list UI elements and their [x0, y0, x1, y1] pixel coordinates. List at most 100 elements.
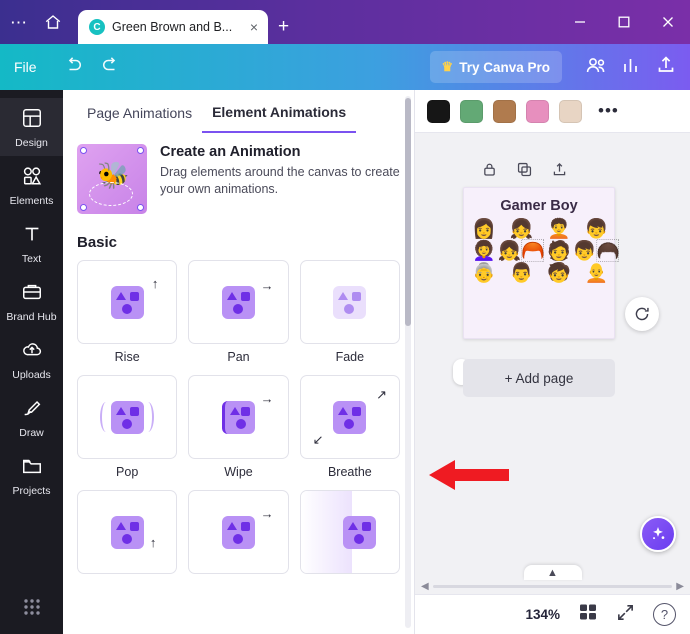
undo-arrow-icon[interactable]	[63, 56, 85, 79]
canva-top-toolbar: File ♛ Try Canva Pro	[0, 44, 690, 90]
animation-preview-fade[interactable]	[299, 260, 400, 344]
scroll-right-arrow[interactable]: ▶	[676, 581, 684, 592]
shapes-glyph	[221, 400, 255, 434]
animation-item[interactable]: ↑	[77, 490, 178, 574]
animation-preview-row3-b[interactable]: →	[188, 490, 289, 574]
color-swatch-3[interactable]	[493, 99, 516, 123]
help-button[interactable]: ?	[653, 603, 676, 626]
magic-sparkle-icon[interactable]	[640, 516, 676, 552]
elements-shapes-icon	[0, 165, 63, 192]
design-page[interactable]: Gamer Boy 👩 👧 🧑‍🦱 👦 👩‍🦱 👧‍🦰 🧑 👦‍🦱 👵 👨 🧒	[463, 187, 620, 339]
scroll-left-arrow[interactable]: ◀	[421, 581, 429, 592]
home-icon[interactable]	[38, 7, 68, 37]
panel-scroll-thumb[interactable]	[405, 98, 411, 326]
tab-page-animations[interactable]: Page Animations	[77, 93, 202, 132]
horizontal-scrollbar[interactable]: ◀ ▶	[415, 578, 690, 594]
shapes-glyph	[221, 285, 255, 319]
animation-preview-row3-c[interactable]	[299, 490, 400, 574]
avatar: 👦‍🦱	[572, 240, 620, 262]
animation-item[interactable]	[299, 490, 400, 574]
animation-label: Fade	[335, 350, 365, 364]
animation-item[interactable]: ↗ ↙ Breathe	[299, 375, 400, 479]
people-icon[interactable]	[584, 55, 608, 80]
avatar: 👵	[472, 262, 496, 284]
duplicate-icon[interactable]	[516, 161, 533, 183]
canvas-viewport[interactable]: Gamer Boy 👩 👧 🧑‍🦱 👦 👩‍🦱 👧‍🦰 🧑 👦‍🦱 👵 👨 🧒	[415, 133, 690, 594]
avatar: 👧	[509, 219, 534, 240]
animation-label: Wipe	[224, 465, 253, 479]
color-swatch-2[interactable]	[460, 99, 483, 123]
share-upload-icon[interactable]	[656, 55, 676, 80]
promo-title: Create an Animation	[160, 144, 301, 160]
new-tab-button[interactable]: +	[278, 17, 289, 36]
status-bar: 134% ?	[415, 594, 690, 634]
sidebar-item-label: Projects	[12, 485, 51, 497]
browser-tab[interactable]: C Green Brown and B... ×	[78, 10, 268, 44]
animation-item[interactable]: →	[188, 490, 289, 574]
redo-arrow-icon[interactable]	[99, 56, 121, 79]
undo-redo-group	[63, 56, 121, 79]
color-swatch-4[interactable]	[526, 99, 549, 123]
animation-preview-wipe[interactable]: →	[188, 375, 289, 459]
animation-item[interactable]: → Pan	[188, 260, 289, 364]
animation-preview-rise[interactable]: ↑	[77, 260, 178, 344]
arrow-up-icon: ↑	[151, 276, 159, 291]
arrow-right-icon: →	[260, 391, 274, 406]
create-animation-promo[interactable]: 🐝 Create an Animation Drag elements arou…	[77, 134, 400, 218]
animation-preview-row3-a[interactable]: ↑	[77, 490, 178, 574]
animation-preview-breathe[interactable]: ↗ ↙	[299, 375, 400, 459]
apps-dots-icon	[23, 599, 40, 615]
sidebar-item-draw[interactable]: Draw	[0, 388, 63, 446]
color-swatch-1[interactable]	[427, 99, 450, 123]
promo-subtitle: Drag elements around the canvas to creat…	[160, 165, 400, 196]
animation-preview-pop[interactable]	[77, 375, 178, 459]
fullscreen-icon[interactable]	[616, 603, 635, 627]
bar-chart-icon[interactable]	[622, 55, 642, 80]
animation-item[interactable]: ↑ Rise	[77, 260, 178, 364]
sidebar-item-label: Elements	[9, 195, 54, 207]
animation-label: Pop	[116, 465, 139, 479]
animation-item[interactable]: Fade	[299, 260, 400, 364]
promo-text: Create an Animation Drag elements around…	[160, 144, 400, 214]
minimize-button[interactable]	[558, 0, 602, 44]
zoom-level[interactable]: 134%	[525, 607, 560, 622]
avatar: 👦	[584, 219, 609, 240]
more-options-icon[interactable]: •••	[598, 101, 619, 121]
ellipsis-icon[interactable]: ⋯	[10, 14, 28, 31]
sidebar-item-text[interactable]: Text	[0, 214, 63, 272]
left-rail: Design Elements Text Brand Hub Uploads D…	[0, 90, 63, 634]
animation-item[interactable]: Pop	[77, 375, 178, 479]
file-menu-button[interactable]: File	[0, 59, 51, 75]
sidebar-item-design[interactable]: Design	[0, 98, 63, 156]
lock-icon[interactable]	[481, 161, 498, 183]
red-left-arrow-annotation	[427, 455, 511, 495]
animation-preview-pan[interactable]: →	[188, 260, 289, 344]
close-window-button[interactable]	[646, 0, 690, 44]
sidebar-item-elements[interactable]: Elements	[0, 156, 63, 214]
section-title-basic: Basic	[77, 234, 118, 251]
sidebar-item-label: Brand Hub	[6, 311, 57, 323]
shapes-glyph	[343, 515, 377, 549]
avatar: 👨	[509, 262, 534, 284]
grid-view-icon[interactable]	[578, 602, 598, 627]
maximize-button[interactable]	[602, 0, 646, 44]
animation-item[interactable]: → Wipe	[188, 375, 289, 479]
add-page-button[interactable]: + Add page	[463, 359, 615, 397]
color-swatch-5[interactable]	[559, 99, 582, 123]
arrow-right-icon: →	[260, 278, 274, 293]
try-canva-pro-button[interactable]: ♛ Try Canva Pro	[429, 51, 562, 83]
bee-sticker-thumbnail: 🐝	[77, 144, 147, 214]
sidebar-item-brand-hub[interactable]: Brand Hub	[0, 272, 63, 330]
apps-button[interactable]	[22, 597, 42, 634]
panel-tab-strip: Page Animations Element Animations	[63, 90, 414, 134]
canva-editor-window: ⋯ C Green Brown and B... × + File ♛ Try …	[0, 0, 690, 634]
tab-element-animations[interactable]: Element Animations	[202, 92, 357, 133]
close-icon[interactable]: ×	[248, 19, 260, 35]
refresh-animation-icon[interactable]	[625, 297, 659, 331]
sidebar-item-projects[interactable]: Projects	[0, 446, 63, 504]
arrow-right-icon: →	[260, 506, 274, 521]
sidebar-item-uploads[interactable]: Uploads	[0, 330, 63, 388]
export-page-icon[interactable]	[551, 161, 568, 183]
brand-hub-icon	[0, 281, 63, 308]
sidebar-item-label: Design	[15, 137, 48, 149]
